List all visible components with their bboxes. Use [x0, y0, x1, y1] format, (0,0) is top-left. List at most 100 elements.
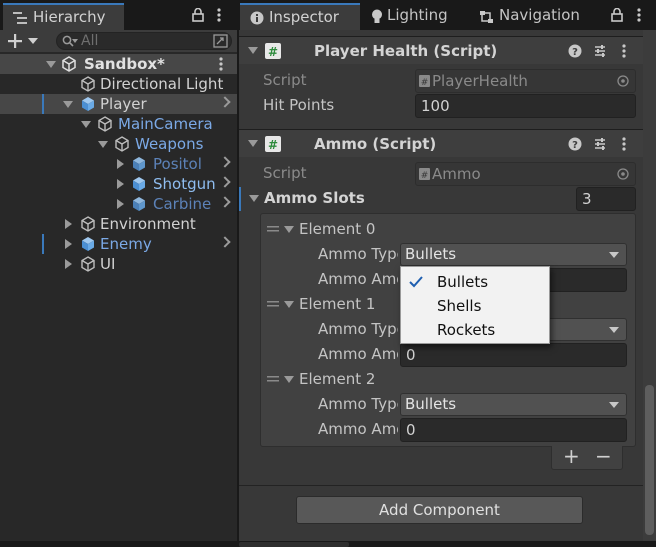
collapse-caret-icon[interactable] — [117, 199, 124, 209]
presets-icon[interactable] — [593, 137, 607, 151]
override-indicator — [239, 187, 241, 211]
popup-option-bullets[interactable]: Bullets — [401, 270, 549, 294]
script-object-field[interactable]: # Ammo — [415, 162, 636, 186]
help-icon[interactable]: ? — [568, 137, 582, 151]
object-picker-icon[interactable] — [617, 75, 629, 87]
ammo-amount-label: Ammo Amount — [318, 270, 398, 288]
tree-item-carbine[interactable]: Carbine — [0, 194, 237, 214]
tree-item-weapons[interactable]: Weapons — [0, 134, 237, 154]
popup-option-label: Rockets — [437, 321, 496, 339]
collapse-caret-icon[interactable] — [65, 219, 72, 229]
popup-option-label: Shells — [437, 297, 482, 315]
add-element-button[interactable]: + — [563, 444, 580, 468]
ammo-amount-input[interactable]: 0 — [400, 343, 627, 367]
kebab-menu-icon[interactable] — [216, 8, 222, 22]
list-footer: + − — [551, 444, 623, 470]
hit-points-input[interactable]: 100 — [415, 94, 636, 118]
navigation-icon — [480, 11, 493, 23]
expand-caret-icon[interactable] — [98, 141, 108, 148]
prefab-cube-icon — [82, 97, 94, 111]
collapse-caret-icon[interactable] — [117, 179, 124, 189]
ammo-type-dropdown[interactable]: Bullets — [400, 243, 627, 266]
presets-icon[interactable] — [593, 44, 607, 58]
tree-item-directional-light[interactable]: Directional Light — [0, 74, 237, 94]
component-kebab-icon[interactable] — [621, 137, 627, 151]
scene-visibility-icon[interactable] — [213, 34, 228, 48]
chevron-right-icon[interactable] — [219, 176, 231, 188]
chevron-down-icon — [28, 38, 38, 44]
prefab-cube-icon — [133, 177, 145, 191]
chevron-right-icon[interactable] — [219, 156, 231, 168]
create-button[interactable] — [6, 32, 44, 50]
tree-item-environment[interactable]: Environment — [0, 214, 237, 234]
expand-caret-icon[interactable] — [248, 47, 258, 54]
ammo-amount-label: Ammo Amount — [318, 420, 398, 438]
popup-option-rockets[interactable]: Rockets — [401, 318, 549, 342]
drag-handle-icon[interactable] — [267, 226, 279, 233]
tree-item-maincamera[interactable]: MainCamera — [0, 114, 237, 134]
ammo-amount-input[interactable]: 0 — [400, 418, 627, 442]
gameobject-cube-icon — [115, 136, 129, 152]
gameobject-cube-icon — [81, 256, 95, 272]
element-label: Element 1 — [299, 295, 376, 313]
expand-caret-icon[interactable] — [284, 226, 294, 233]
divider — [239, 485, 656, 486]
object-picker-icon[interactable] — [617, 168, 629, 180]
remove-element-button[interactable]: − — [595, 444, 612, 468]
tab-hierarchy[interactable]: Hierarchy — [3, 3, 124, 30]
chevron-right-icon[interactable] — [219, 236, 231, 248]
expand-caret-icon[interactable] — [63, 101, 73, 108]
expand-caret-icon[interactable] — [248, 140, 258, 147]
player-health-header[interactable]: # Player Health (Script) ? — [239, 36, 656, 64]
plus-icon — [8, 34, 22, 48]
prefab-cube-icon — [133, 197, 145, 211]
scene-row[interactable]: Sandbox* — [0, 54, 237, 74]
expand-caret-icon[interactable] — [249, 195, 259, 202]
search-input[interactable]: All — [56, 32, 232, 50]
drag-handle-icon[interactable] — [267, 301, 279, 308]
tree-item-positol[interactable]: Positol — [0, 154, 237, 174]
svg-text:#: # — [268, 138, 278, 152]
expand-caret-icon[interactable] — [81, 121, 91, 128]
ammo-type-label: Ammo Type — [318, 320, 398, 338]
script-object-field[interactable]: # PlayerHealth — [415, 69, 636, 93]
tree-item-label: Positol — [153, 155, 202, 173]
ammo-type-value: Bullets — [405, 245, 457, 263]
tab-inspector[interactable]: Inspector — [240, 3, 360, 30]
tree-item-ui[interactable]: UI — [0, 254, 237, 274]
scrollbar-thumb[interactable] — [645, 385, 654, 535]
tree-item-label: Player — [100, 95, 147, 113]
tab-hierarchy-label: Hierarchy — [33, 8, 106, 26]
popup-option-label: Bullets — [437, 273, 489, 291]
expand-caret-icon[interactable] — [284, 376, 294, 383]
drag-handle-icon[interactable] — [267, 376, 279, 383]
tree-item-player[interactable]: Player — [0, 94, 237, 114]
tree-item-enemy[interactable]: Enemy — [0, 234, 237, 254]
component-kebab-icon[interactable] — [621, 44, 627, 58]
lock-icon[interactable] — [192, 8, 204, 22]
lock-icon[interactable] — [611, 8, 623, 22]
chevron-down-icon — [609, 252, 619, 258]
chevron-right-icon[interactable] — [219, 96, 231, 108]
popup-option-shells[interactable]: Shells — [401, 294, 549, 318]
chevron-right-icon[interactable] — [219, 196, 231, 208]
collapse-caret-icon[interactable] — [65, 259, 72, 269]
scene-name: Sandbox* — [84, 55, 165, 73]
tab-navigation[interactable]: Navigation — [471, 3, 591, 30]
tree-item-shotgun[interactable]: Shotgun — [0, 174, 237, 194]
expand-caret-icon[interactable] — [46, 61, 56, 68]
ammo-header[interactable]: # Ammo (Script) ? — [239, 129, 656, 157]
tab-lighting[interactable]: Lighting — [363, 3, 471, 30]
array-size-input[interactable]: 3 — [576, 187, 636, 211]
ammo-type-dropdown[interactable]: Bullets — [400, 393, 627, 416]
collapse-caret-icon[interactable] — [117, 159, 124, 169]
override-indicator — [42, 234, 44, 254]
add-component-button[interactable]: Add Component — [296, 496, 583, 524]
help-icon[interactable]: ? — [568, 44, 582, 58]
kebab-menu-icon[interactable] — [636, 8, 642, 22]
element-label: Element 2 — [299, 370, 376, 388]
scene-kebab-icon[interactable] — [218, 57, 224, 71]
collapse-caret-icon[interactable] — [65, 239, 72, 249]
script-file-icon: # — [419, 168, 430, 180]
expand-caret-icon[interactable] — [284, 301, 294, 308]
